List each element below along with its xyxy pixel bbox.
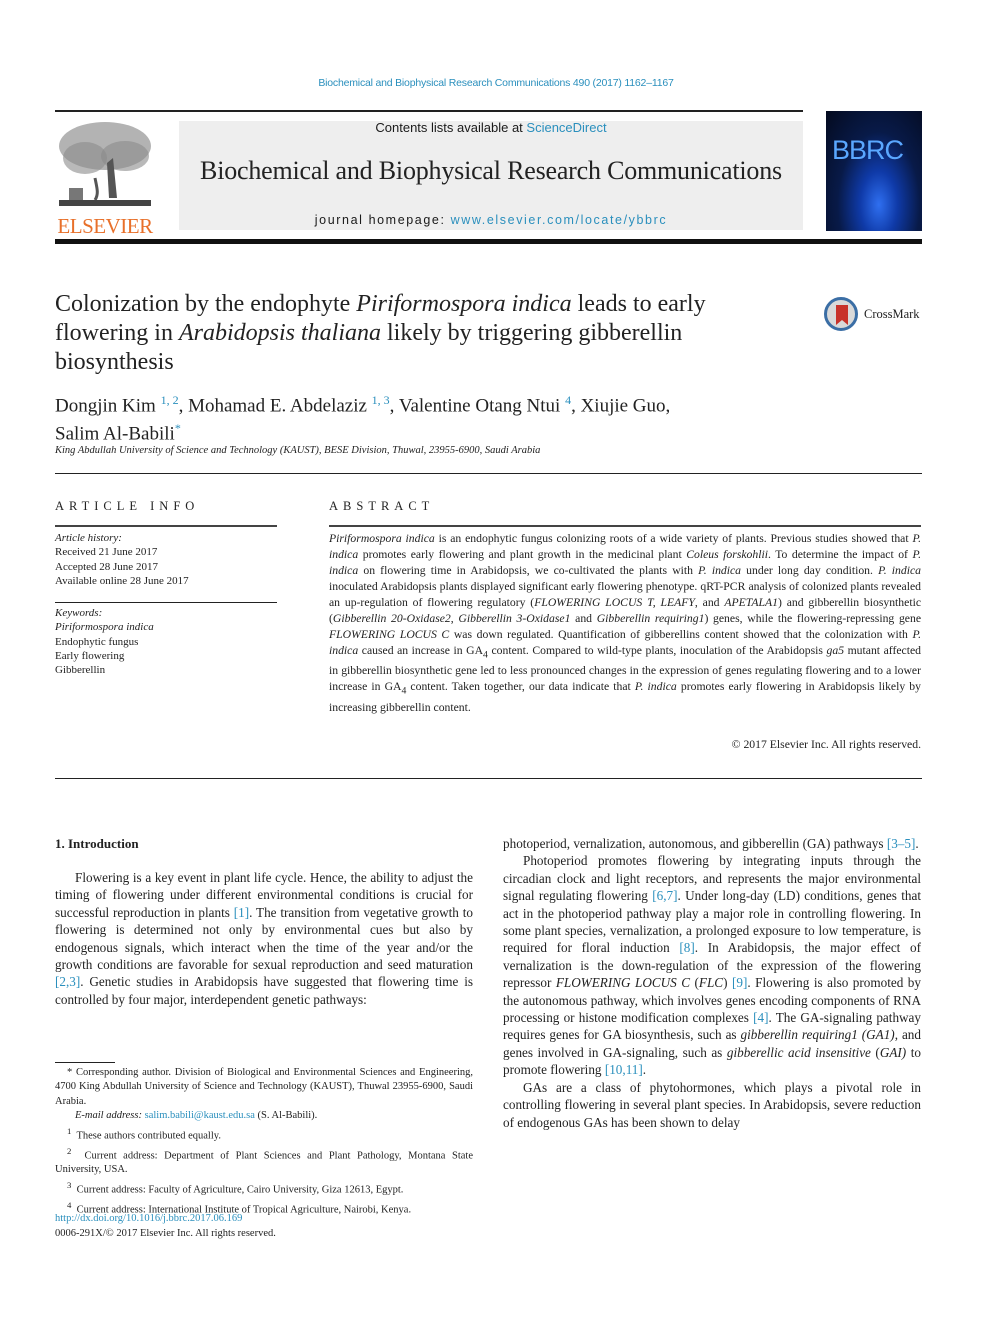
author-name: Dongjin Kim — [55, 395, 156, 417]
header-divider — [55, 110, 803, 112]
journal-cover[interactable]: BBRC — [826, 111, 922, 231]
author-name: Valentine Otang Ntui — [398, 395, 561, 417]
masthead-bottom-rule — [55, 239, 922, 244]
journal-homepage: journal homepage: www.elsevier.com/locat… — [179, 213, 803, 227]
footnote: 2 Current address: Department of Plant S… — [55, 1144, 473, 1178]
author-name: Mohamad E. Abdelaziz — [188, 395, 367, 417]
abstract-copyright: © 2017 Elsevier Inc. All rights reserved… — [731, 738, 921, 751]
section-heading-introduction: 1. Introduction — [55, 836, 139, 851]
reference-link[interactable]: [8] — [679, 940, 694, 955]
divider — [55, 473, 922, 474]
article-title: Colonization by the endophyte Piriformos… — [55, 290, 795, 377]
footnote-text: Current address: Faculty of Agriculture,… — [76, 1184, 404, 1196]
keyword: Piriformospora indica — [55, 621, 154, 634]
history-label: Article history: — [55, 532, 122, 544]
article-info-heading: ARTICLE INFO — [55, 499, 200, 513]
email-link[interactable]: salim.babili@kaust.edu.sa — [145, 1110, 255, 1121]
reference-link[interactable]: [3–5] — [887, 836, 916, 851]
reference-link[interactable]: [4] — [753, 1010, 768, 1025]
journal-title: Biochemical and Biophysical Research Com… — [200, 156, 782, 185]
footnote-mark: 1 — [67, 1125, 72, 1136]
divider — [329, 525, 921, 527]
author-affiliation-mark[interactable]: 1, 2 — [161, 393, 179, 407]
homepage-prefix: journal homepage: — [314, 213, 451, 227]
elsevier-tree-icon — [55, 118, 155, 210]
footnote: 1 These authors contributed equally. — [55, 1124, 473, 1144]
reference-link[interactable]: [10,11] — [605, 1062, 643, 1077]
history-received: Received 21 June 2017 — [55, 546, 158, 559]
title-species: Arabidopsis thaliana — [178, 320, 382, 346]
author-affiliation-mark[interactable]: 1, 3 — [372, 393, 390, 407]
author-name: Salim Al-Babili — [55, 423, 175, 445]
sciencedirect-link[interactable]: ScienceDirect — [526, 120, 606, 135]
paragraph: Flowering is a key event in plant life c… — [55, 870, 473, 1007]
title-species: Piriformospora indica — [356, 291, 572, 317]
divider — [55, 525, 277, 527]
contents-line: Contents lists available at ScienceDirec… — [179, 120, 803, 135]
footnote-email: E-mail address: salim.babili@kaust.edu.s… — [55, 1109, 473, 1123]
reference-link[interactable]: [6,7] — [652, 888, 677, 903]
crossmark-icon — [824, 297, 858, 331]
history-accepted: Accepted 28 June 2017 — [55, 560, 158, 573]
elsevier-logo[interactable]: ELSEVIER — [55, 118, 155, 238]
corresponding-author-mark[interactable]: * — [175, 421, 181, 435]
homepage-link[interactable]: www.elsevier.com/locate/ybbrc — [451, 213, 668, 227]
keyword: Endophytic fungus — [55, 635, 139, 648]
abstract-body: Piriformospora indica is an endophytic f… — [329, 532, 922, 714]
elsevier-wordmark: ELSEVIER — [57, 214, 153, 238]
reference-link[interactable]: [1] — [234, 905, 249, 920]
history-online: Available online 28 June 2017 — [55, 574, 189, 587]
cover-label: BBRC — [832, 135, 904, 165]
title-text: Colonization by the endophyte — [55, 291, 357, 317]
email-label: E-mail address: — [75, 1110, 145, 1122]
footnote-mark: 3 — [67, 1179, 72, 1190]
keyword: Early flowering — [55, 649, 125, 662]
issn-copyright: 0006-291X/© 2017 Elsevier Inc. All right… — [55, 1228, 276, 1239]
author-name: Xiujie Guo — [580, 395, 666, 417]
paragraph: GAs are a class of phytohormones, which … — [503, 1079, 921, 1130]
footnote-text: These authors contributed equally. — [76, 1130, 221, 1142]
crossmark-label: CrossMark — [864, 307, 920, 321]
crossmark-button[interactable]: CrossMark — [824, 297, 934, 335]
paragraph: Photoperiod promotes flowering by integr… — [503, 853, 922, 1078]
intro-column-right: photoperiod, vernalization, autonomous, … — [503, 835, 921, 1131]
footnote-mark: 2 — [67, 1145, 72, 1156]
paragraph: photoperiod, vernalization, autonomous, … — [503, 836, 919, 851]
abstract-heading: ABSTRACT — [329, 499, 435, 513]
reference-link[interactable]: [9] — [732, 975, 747, 990]
email-suffix: (S. Al-Babili). — [254, 1110, 318, 1122]
journal-citation[interactable]: Biochemical and Biophysical Research Com… — [0, 77, 992, 89]
reference-link[interactable]: [2,3] — [55, 974, 80, 989]
keywords: Keywords: Piriformospora indica Endophyt… — [55, 606, 277, 677]
footnote-corresponding: * Corresponding author. Division of Biol… — [55, 1067, 473, 1107]
author-list: Dongjin Kim 1, 2, Mohamad E. Abdelaziz 1… — [55, 393, 671, 445]
footnote: 3 Current address: Faculty of Agricultur… — [55, 1178, 473, 1198]
article-history: Article history: Received 21 June 2017 A… — [55, 531, 277, 588]
footnote-divider — [55, 1062, 115, 1063]
doi-link[interactable]: http://dx.doi.org/10.1016/j.bbrc.2017.06… — [55, 1213, 242, 1224]
footnotes: * Corresponding author. Division of Biol… — [55, 1066, 473, 1218]
footnote-mark: 4 — [67, 1199, 72, 1210]
footnote-text: Current address: Department of Plant Sci… — [55, 1150, 474, 1176]
divider — [55, 778, 922, 779]
affiliation: King Abdullah University of Science and … — [55, 445, 541, 456]
article-identifiers: http://dx.doi.org/10.1016/j.bbrc.2017.06… — [55, 1211, 276, 1241]
keywords-label: Keywords: — [55, 607, 103, 619]
author-affiliation-mark[interactable]: 4 — [565, 393, 571, 407]
divider — [55, 602, 277, 603]
keyword: Gibberellin — [55, 664, 106, 677]
intro-column-left: Flowering is a key event in plant life c… — [55, 869, 473, 1008]
contents-prefix: Contents lists available at — [375, 120, 527, 135]
